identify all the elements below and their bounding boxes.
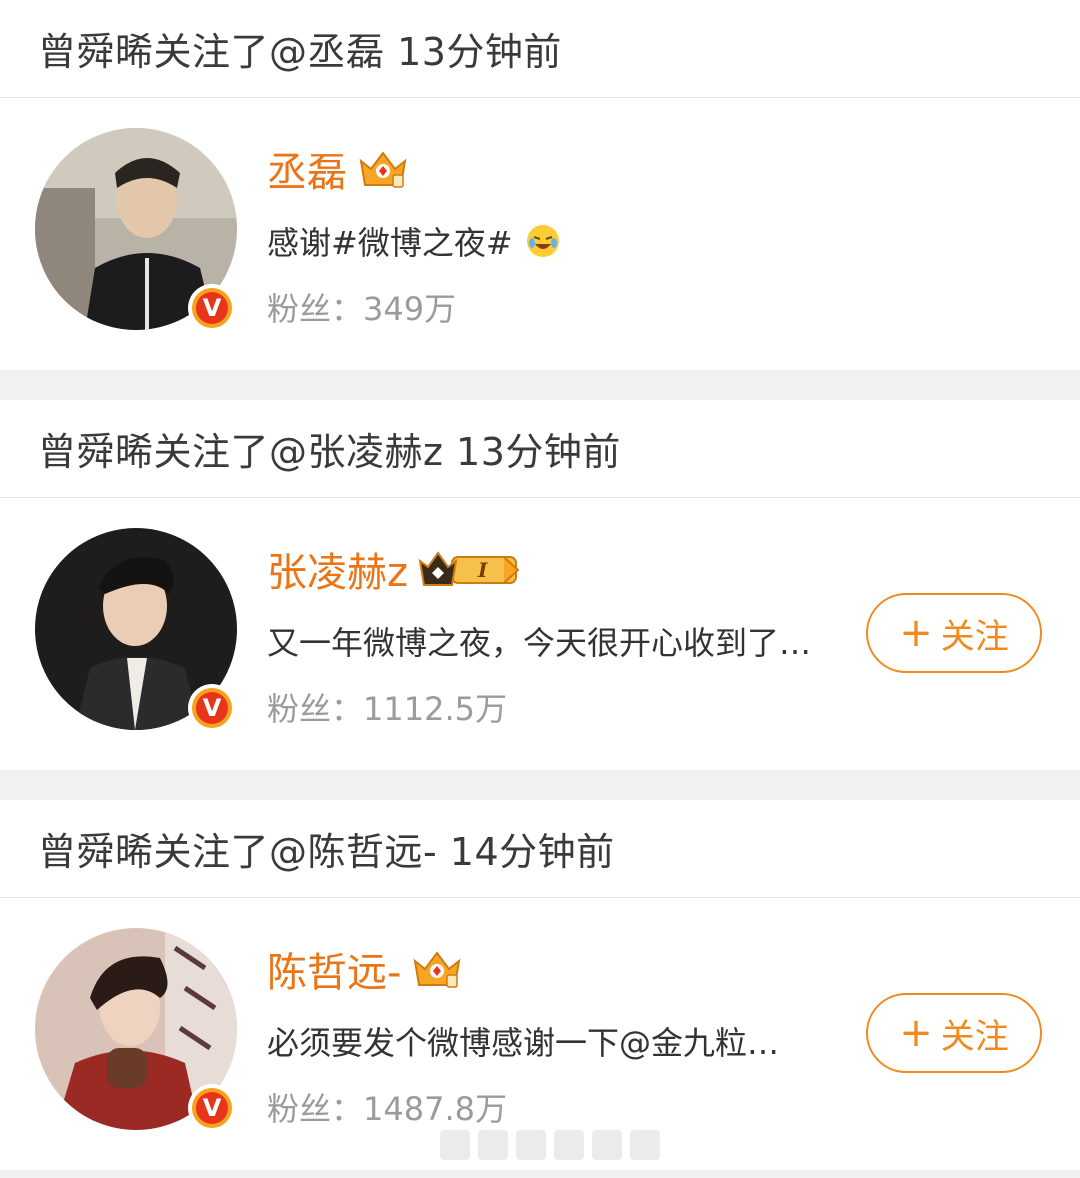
user-name[interactable]: 丞磊 [267,140,347,198]
follow-activity-header[interactable]: 曾舜晞关注了@张凌赫z 13分钟前 [0,400,1080,498]
verified-badge: V [188,1084,236,1132]
feed-item-2: 曾舜晞关注了@张凌赫z 13分钟前 V 张凌赫z I 又一年微博之夜，今天很开心… [0,400,1080,770]
user-card[interactable]: V 丞磊 感谢#微博之夜# 粉丝：349万 [0,98,1080,370]
fans-count: 粉丝：349万 [267,290,457,328]
feed-item-1: 曾舜晞关注了@丞磊 13分钟前 V 丞磊 感谢#微博之夜# 粉丝：349万 [0,0,1080,370]
user-description: 感谢#微博之夜# [267,218,561,264]
user-description: 必须要发个微博感谢一下@金九粒… [267,1024,780,1062]
user-name-row: 陈哲远- [267,940,463,998]
follow-activity-header[interactable]: 曾舜晞关注了@陈哲远- 14分钟前 [0,800,1080,898]
user-name[interactable]: 陈哲远- [267,940,401,998]
verified-badge: V [188,284,236,332]
user-name-row: 丞磊 [267,140,409,198]
laugh-cry-emoji-icon [526,225,559,257]
plus-icon: + [899,1010,933,1056]
crown-icon [414,951,461,988]
follow-button[interactable]: + 关注 [866,593,1042,673]
plus-icon: + [899,610,933,656]
crown-level-icon: I [418,551,520,586]
watermark [440,1130,660,1160]
feed-item-3: 曾舜晞关注了@陈哲远- 14分钟前 V 陈哲远- 必须要发个微博感谢一下@金九粒… [0,800,1080,1170]
user-name-row: 张凌赫z I [267,540,522,598]
fans-count: 粉丝：1112.5万 [267,690,507,728]
follow-activity-header[interactable]: 曾舜晞关注了@丞磊 13分钟前 [0,0,1080,98]
user-description: 又一年微博之夜，今天很开心收到了… [267,624,812,662]
verified-badge: V [188,684,236,732]
fans-count: 粉丝：1487.8万 [267,1090,507,1128]
user-name[interactable]: 张凌赫z [267,540,408,598]
crown-icon [359,151,407,188]
user-card[interactable]: V 张凌赫z I 又一年微博之夜，今天很开心收到了… 粉丝：1112.5万 + … [0,498,1080,770]
divider [0,370,1080,400]
follow-button[interactable]: + 关注 [866,993,1042,1073]
level-label: I [477,558,488,582]
divider [0,770,1080,800]
